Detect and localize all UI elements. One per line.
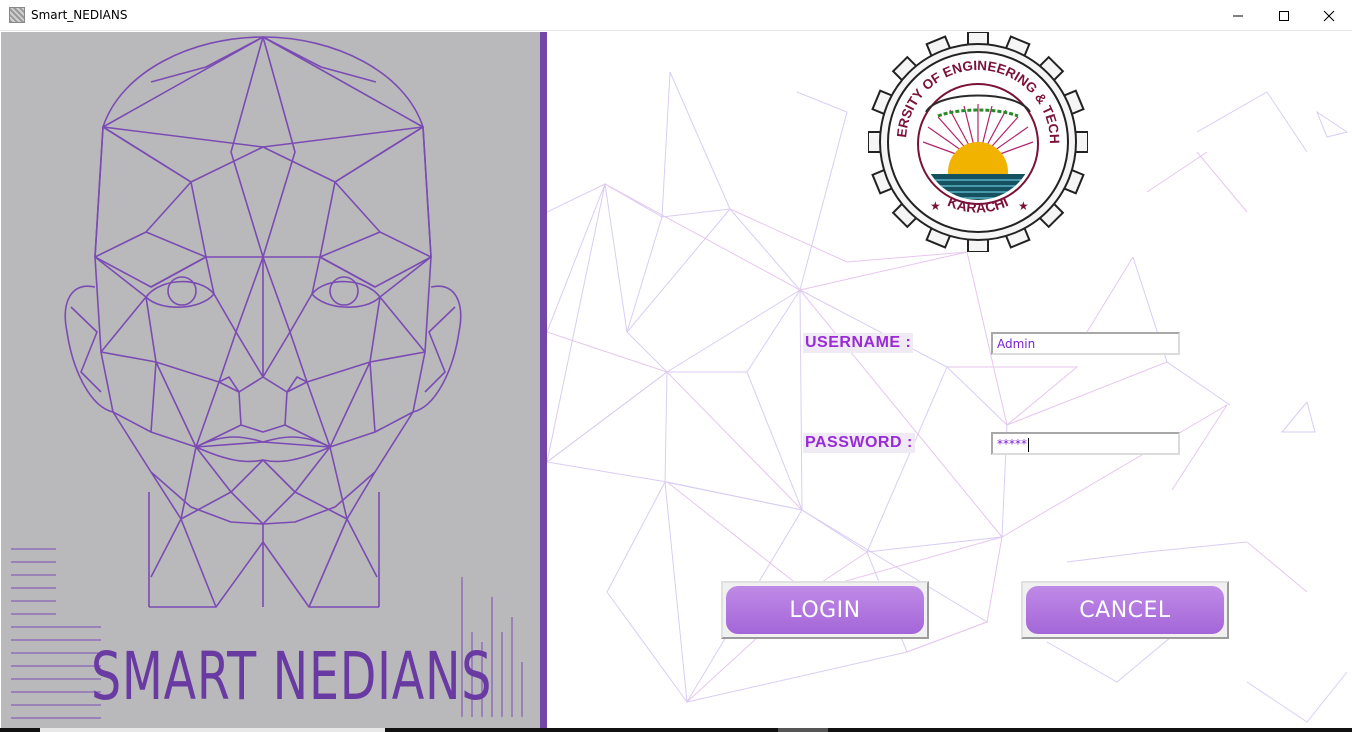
- cancel-button-label: CANCEL: [1026, 586, 1224, 634]
- bottom-strip: [0, 728, 1352, 732]
- close-icon: [1323, 10, 1335, 21]
- password-value: *****: [997, 437, 1027, 451]
- app-icon: [9, 7, 25, 23]
- svg-text:★: ★: [1018, 199, 1029, 213]
- password-label: PASSWORD :: [803, 433, 915, 453]
- ned-university-logo: NED UNIVERSITY OF ENGINEERING & TECHNOLO…: [868, 32, 1088, 252]
- left-branding-panel: SMART NEDIANS: [1, 32, 540, 730]
- app-window: Smart_NEDIANS SMART NEDIANS ERSITY OF EN…: [0, 0, 1352, 732]
- password-input[interactable]: *****: [991, 432, 1180, 455]
- minimize-icon: [1233, 15, 1243, 16]
- title-bar[interactable]: Smart_NEDIANS: [0, 0, 1352, 31]
- brand-title: SMART NEDIANS: [91, 638, 493, 715]
- svg-text:★: ★: [930, 199, 941, 213]
- window-title: Smart_NEDIANS: [31, 8, 128, 22]
- login-button[interactable]: LOGIN: [721, 581, 929, 639]
- minimize-button[interactable]: [1215, 0, 1261, 31]
- close-button[interactable]: [1306, 0, 1352, 31]
- username-value: Admin: [997, 337, 1036, 351]
- text-caret: [1028, 437, 1029, 452]
- maximize-icon: [1279, 10, 1289, 21]
- panel-divider: [540, 32, 547, 730]
- login-button-label: LOGIN: [726, 586, 924, 634]
- username-label: USERNAME :: [803, 333, 914, 353]
- cancel-button[interactable]: CANCEL: [1021, 581, 1229, 639]
- maximize-button[interactable]: [1261, 0, 1307, 31]
- low-poly-face-icon: [11, 36, 523, 719]
- username-input[interactable]: Admin: [991, 332, 1180, 355]
